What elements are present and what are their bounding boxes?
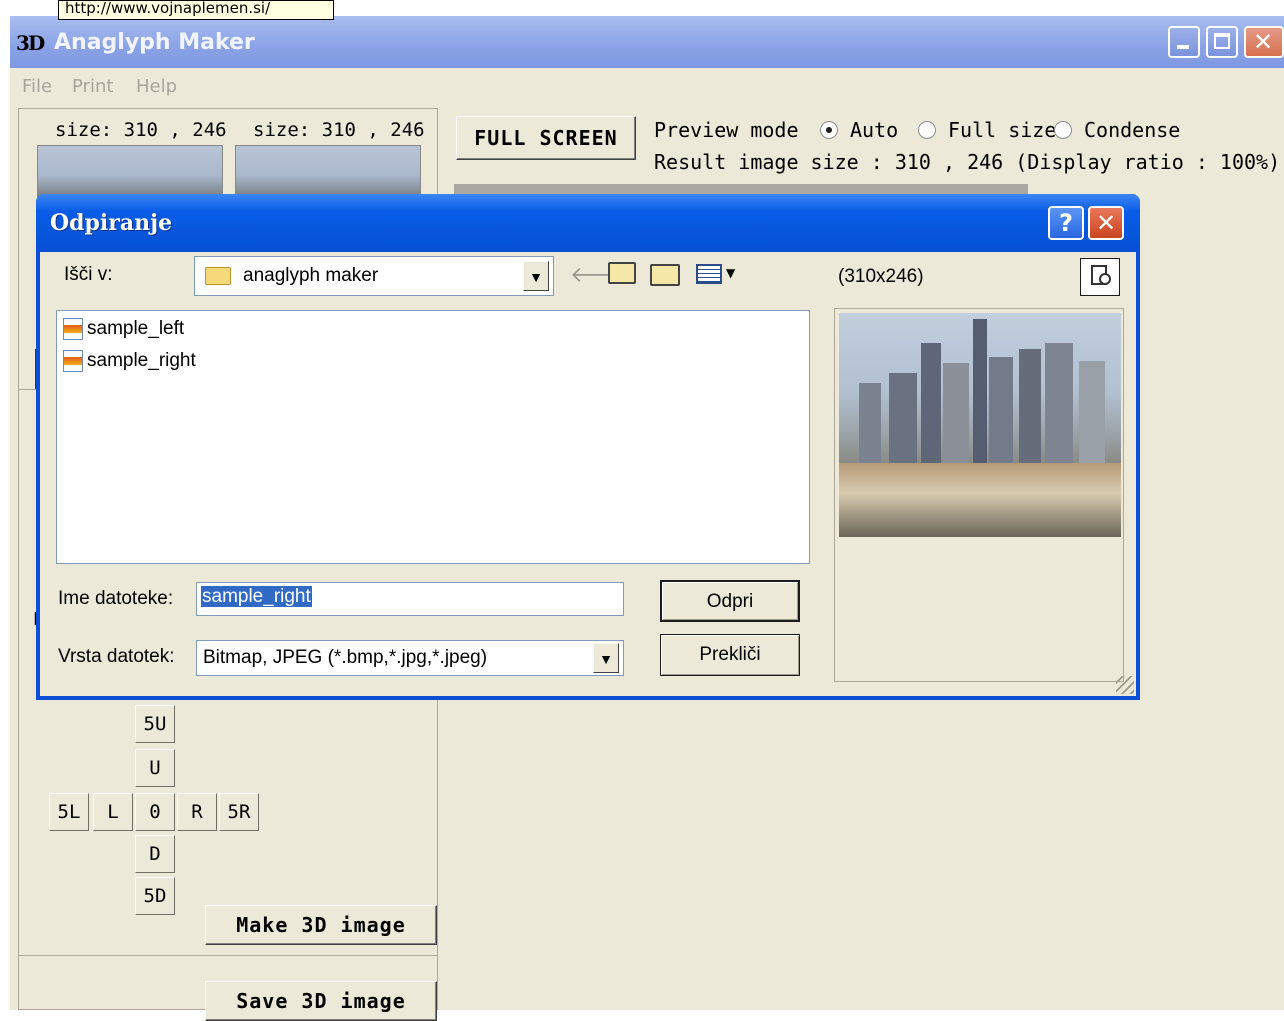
folder-icon (205, 267, 231, 285)
dialog-title-bar[interactable]: Odpiranje ? ✕ (36, 194, 1140, 252)
file-image-icon (63, 317, 83, 340)
cancel-button[interactable]: Prekliči (660, 634, 800, 676)
menu-file[interactable]: File (22, 76, 52, 97)
radio-condense[interactable] (1054, 121, 1072, 139)
up-folder-icon[interactable] (608, 262, 636, 284)
result-image-size: Result image size : 310 , 246 (Display r… (654, 150, 1281, 174)
list-item[interactable]: sample_left (63, 315, 184, 343)
close-icon: ✕ (1253, 28, 1274, 56)
tooltip: http://www.vojnaplemen.si/ (58, 0, 334, 20)
list-item[interactable]: sample_right (63, 347, 196, 375)
menu-print[interactable]: Print (72, 76, 113, 97)
resize-grip[interactable] (1116, 676, 1134, 694)
look-in-combo[interactable]: anaglyph maker ▼ (194, 256, 554, 296)
file-list[interactable]: sample_left sample_right (56, 310, 810, 564)
radio-auto-label: Auto (850, 118, 899, 142)
new-folder-icon[interactable] (650, 264, 680, 286)
close-icon: ✕ (1095, 209, 1117, 237)
menu-help[interactable]: Help (136, 76, 177, 97)
dropdown-arrow-icon[interactable]: ▼ (593, 643, 619, 673)
help-button[interactable]: ? (1048, 206, 1084, 240)
shift-5left-button[interactable]: 5L (49, 793, 89, 831)
filetype-label: Vrsta datotek: (58, 646, 175, 667)
look-in-label: Išči v: (64, 264, 113, 285)
radio-full-size[interactable] (918, 121, 936, 139)
radio-condense-label: Condense (1084, 118, 1181, 142)
file-name: sample_right (87, 350, 196, 371)
shift-reset-button[interactable]: 0 (135, 793, 175, 831)
shift-5right-button[interactable]: 5R (219, 793, 259, 831)
shift-up-button[interactable]: U (135, 749, 175, 787)
title-bar[interactable]: 3D Anaglyph Maker ✕ (10, 16, 1284, 68)
dialog-close-button[interactable]: ✕ (1088, 206, 1124, 240)
shift-left-button[interactable]: L (93, 793, 133, 831)
view-dropdown-arrow[interactable]: ▼ (726, 266, 735, 280)
menu-bar: File Print Help (10, 68, 1284, 104)
filename-input[interactable]: sample_right (196, 582, 624, 616)
shift-right-button[interactable]: R (177, 793, 217, 831)
radio-full-size-label: Full size (948, 118, 1057, 142)
preview-mode-label: Preview mode (654, 118, 799, 142)
maximize-button[interactable] (1206, 26, 1238, 58)
full-screen-button[interactable]: FULL SCREEN (456, 116, 636, 160)
window-title: Anaglyph Maker (54, 30, 255, 55)
shift-down-button[interactable]: D (135, 835, 175, 873)
left-image-size: size: 310 , 246 (55, 119, 227, 141)
file-name: sample_left (87, 318, 185, 339)
shift-5up-button[interactable]: 5U (135, 705, 175, 743)
look-in-value: anaglyph maker (243, 265, 379, 286)
filename-label: Ime datoteke: (58, 588, 174, 609)
dialog-body: Išči v: anaglyph maker ▼ 🡐 ▼ (310x246) s… (40, 252, 1136, 696)
view-menu-icon[interactable] (696, 264, 722, 284)
preview-toggle-button[interactable] (1080, 258, 1120, 296)
open-button[interactable]: Odpri (660, 580, 800, 622)
radio-auto[interactable] (820, 121, 838, 139)
right-image-size: size: 310 , 246 (253, 119, 425, 141)
minimize-icon (1177, 45, 1189, 49)
preview-image (839, 313, 1121, 537)
image-dimensions: (310x246) (838, 266, 924, 287)
close-button[interactable]: ✕ (1244, 26, 1284, 58)
filename-value: sample_right (201, 586, 312, 607)
maximize-icon (1214, 33, 1230, 49)
minimize-button[interactable] (1168, 26, 1200, 58)
shift-5down-button[interactable]: 5D (135, 877, 175, 915)
dialog-title: Odpiranje (50, 210, 173, 236)
file-image-icon (63, 349, 83, 372)
make-3d-image-button[interactable]: Make 3D image (205, 905, 437, 945)
magnifier-icon (1099, 273, 1111, 285)
divider (19, 955, 437, 956)
save-3d-image-button[interactable]: Save 3D image (205, 981, 437, 1021)
filetype-combo[interactable]: Bitmap, JPEG (*.bmp,*.jpg,*.jpeg) ▼ (196, 640, 624, 676)
help-icon: ? (1059, 209, 1073, 237)
preview-panel (834, 308, 1124, 682)
filetype-value: Bitmap, JPEG (*.bmp,*.jpg,*.jpeg) (203, 647, 488, 668)
open-file-dialog: Odpiranje ? ✕ Išči v: anaglyph maker ▼ 🡐… (36, 194, 1140, 700)
app-3d-icon: 3D (16, 31, 45, 55)
dropdown-arrow-icon[interactable]: ▼ (523, 261, 549, 291)
